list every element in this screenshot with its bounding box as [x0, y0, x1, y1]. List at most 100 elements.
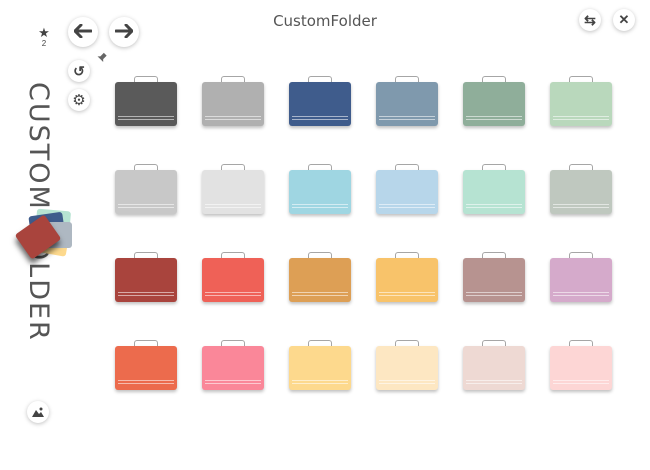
folder-orange-red[interactable] — [115, 340, 177, 394]
folder-line — [118, 383, 174, 384]
forward-button[interactable] — [109, 17, 139, 47]
folder-line — [118, 380, 174, 381]
gear-icon: ⚙ — [72, 92, 86, 109]
favorites-indicator[interactable]: ★ 2 — [34, 26, 54, 48]
folder-body — [463, 82, 525, 126]
folder-line — [205, 116, 261, 117]
folder-pale-yellow[interactable] — [289, 340, 351, 394]
folder-mint-sage[interactable] — [550, 76, 612, 130]
close-button[interactable]: ✕ — [613, 9, 635, 31]
folder-line — [118, 207, 174, 208]
folder-line — [553, 292, 609, 293]
folder-amber[interactable] — [289, 252, 351, 306]
folder-line — [292, 207, 348, 208]
folder-slate-blue[interactable] — [376, 76, 438, 130]
folder-line — [292, 292, 348, 293]
folder-body — [289, 82, 351, 126]
folder-cream[interactable] — [376, 340, 438, 394]
folder-preview — [14, 208, 72, 268]
folder-line — [553, 119, 609, 120]
folder-pink[interactable] — [202, 340, 264, 394]
folder-body — [115, 170, 177, 214]
folder-body — [202, 258, 264, 302]
folder-body — [289, 258, 351, 302]
folder-line — [292, 119, 348, 120]
folder-coral-red[interactable] — [202, 252, 264, 306]
folder-body — [550, 346, 612, 390]
folder-blush[interactable] — [463, 340, 525, 394]
folder-line — [466, 116, 522, 117]
undo-button[interactable]: ↺ — [68, 60, 90, 82]
folder-body — [376, 170, 438, 214]
folder-brick[interactable] — [115, 252, 177, 306]
folder-line — [118, 119, 174, 120]
folder-body — [202, 170, 264, 214]
folder-line — [205, 383, 261, 384]
folder-line — [118, 116, 174, 117]
folder-line — [205, 207, 261, 208]
settings-button[interactable]: ⚙ — [68, 89, 90, 111]
swap-icon: ⇆ — [584, 11, 596, 28]
folder-body — [463, 170, 525, 214]
folder-body — [550, 170, 612, 214]
folder-light-gray[interactable] — [115, 164, 177, 218]
folder-line — [553, 380, 609, 381]
folder-line — [379, 119, 435, 120]
close-icon: ✕ — [618, 12, 630, 27]
folder-navy[interactable] — [289, 76, 351, 130]
folder-line — [292, 380, 348, 381]
folder-body — [550, 82, 612, 126]
folder-line — [205, 204, 261, 205]
folder-line — [379, 207, 435, 208]
folder-line — [379, 380, 435, 381]
folder-line — [379, 295, 435, 296]
folder-sky[interactable] — [289, 164, 351, 218]
folder-line — [205, 380, 261, 381]
folder-gray[interactable] — [202, 76, 264, 130]
folder-line — [379, 204, 435, 205]
folder-body — [115, 258, 177, 302]
folder-gray-green[interactable] — [550, 164, 612, 218]
folder-line — [466, 119, 522, 120]
folder-line — [466, 295, 522, 296]
folder-body — [289, 170, 351, 214]
folder-body — [376, 346, 438, 390]
folder-yellow-orange[interactable] — [376, 252, 438, 306]
folder-line — [553, 295, 609, 296]
folder-body — [376, 82, 438, 126]
arrow-right-icon — [114, 21, 134, 44]
folder-pale-gray[interactable] — [202, 164, 264, 218]
folder-line — [553, 207, 609, 208]
favorites-count: 2 — [41, 39, 47, 48]
folder-line — [553, 116, 609, 117]
folder-line — [466, 204, 522, 205]
folder-body — [115, 82, 177, 126]
folder-dark-gray[interactable] — [115, 76, 177, 130]
folder-mint[interactable] — [463, 164, 525, 218]
folder-line — [466, 380, 522, 381]
folder-line — [379, 383, 435, 384]
folder-lavender[interactable] — [550, 252, 612, 306]
folder-line — [553, 204, 609, 205]
folder-light-pink[interactable] — [550, 340, 612, 394]
back-button[interactable] — [68, 17, 98, 47]
folder-sage[interactable] — [463, 76, 525, 130]
folder-body — [463, 258, 525, 302]
folder-body — [289, 346, 351, 390]
pin-icon[interactable] — [91, 51, 109, 69]
swap-button[interactable]: ⇆ — [579, 9, 601, 31]
folder-body — [463, 346, 525, 390]
undo-icon: ↺ — [73, 62, 85, 79]
folder-light-blue[interactable] — [376, 164, 438, 218]
image-button[interactable] — [27, 401, 49, 423]
arrow-left-icon — [73, 21, 93, 44]
star-icon: ★ — [38, 25, 50, 40]
folder-line — [292, 383, 348, 384]
folder-body — [550, 258, 612, 302]
folder-line — [292, 295, 348, 296]
folder-line — [466, 207, 522, 208]
folder-mauve[interactable] — [463, 252, 525, 306]
folder-body — [202, 82, 264, 126]
folder-line — [205, 295, 261, 296]
folder-line — [466, 383, 522, 384]
